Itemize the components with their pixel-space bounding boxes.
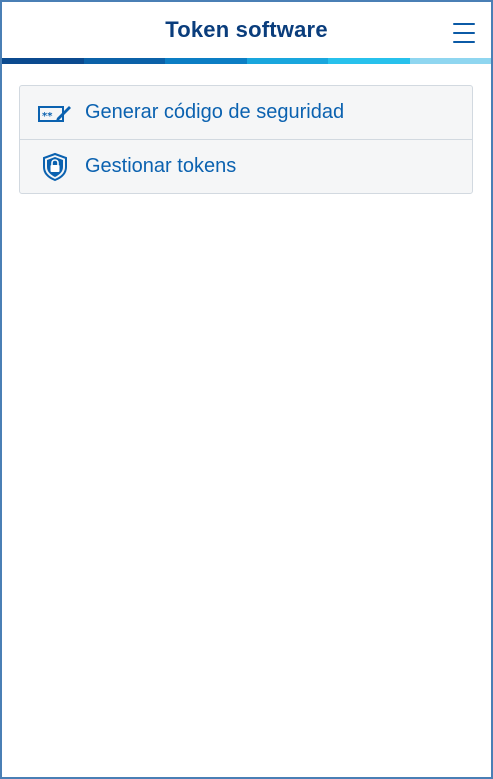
menu-item-manage-tokens[interactable]: Gestionar tokens xyxy=(20,139,472,193)
stripe-segment xyxy=(83,58,165,64)
header-bar: Token software xyxy=(2,2,491,58)
menu-item-label: Generar código de seguridad xyxy=(85,101,345,123)
app-window: Token software ** Generar código de segu… xyxy=(0,0,493,779)
svg-text:**: ** xyxy=(42,111,53,122)
menu-item-generate-security-code[interactable]: ** Generar código de seguridad xyxy=(20,86,472,139)
menu-bar-line xyxy=(453,23,475,25)
header-color-stripe xyxy=(2,58,491,64)
stripe-segment xyxy=(165,58,247,64)
stripe-segment xyxy=(246,58,328,64)
stripe-segment xyxy=(2,58,84,64)
menu-bar-line xyxy=(453,32,475,34)
menu-item-label: Gestionar tokens xyxy=(85,155,237,177)
menu-bar-line xyxy=(453,41,475,43)
stripe-segment xyxy=(328,58,410,64)
stripe-segment xyxy=(409,58,491,64)
token-menu-list: ** Generar código de seguridad Gestionar… xyxy=(19,85,473,194)
page-title: Token software xyxy=(165,17,328,42)
shield-lock-icon xyxy=(38,152,72,182)
security-code-pencil-icon: ** xyxy=(38,98,72,128)
hamburger-menu-icon[interactable] xyxy=(453,23,475,43)
